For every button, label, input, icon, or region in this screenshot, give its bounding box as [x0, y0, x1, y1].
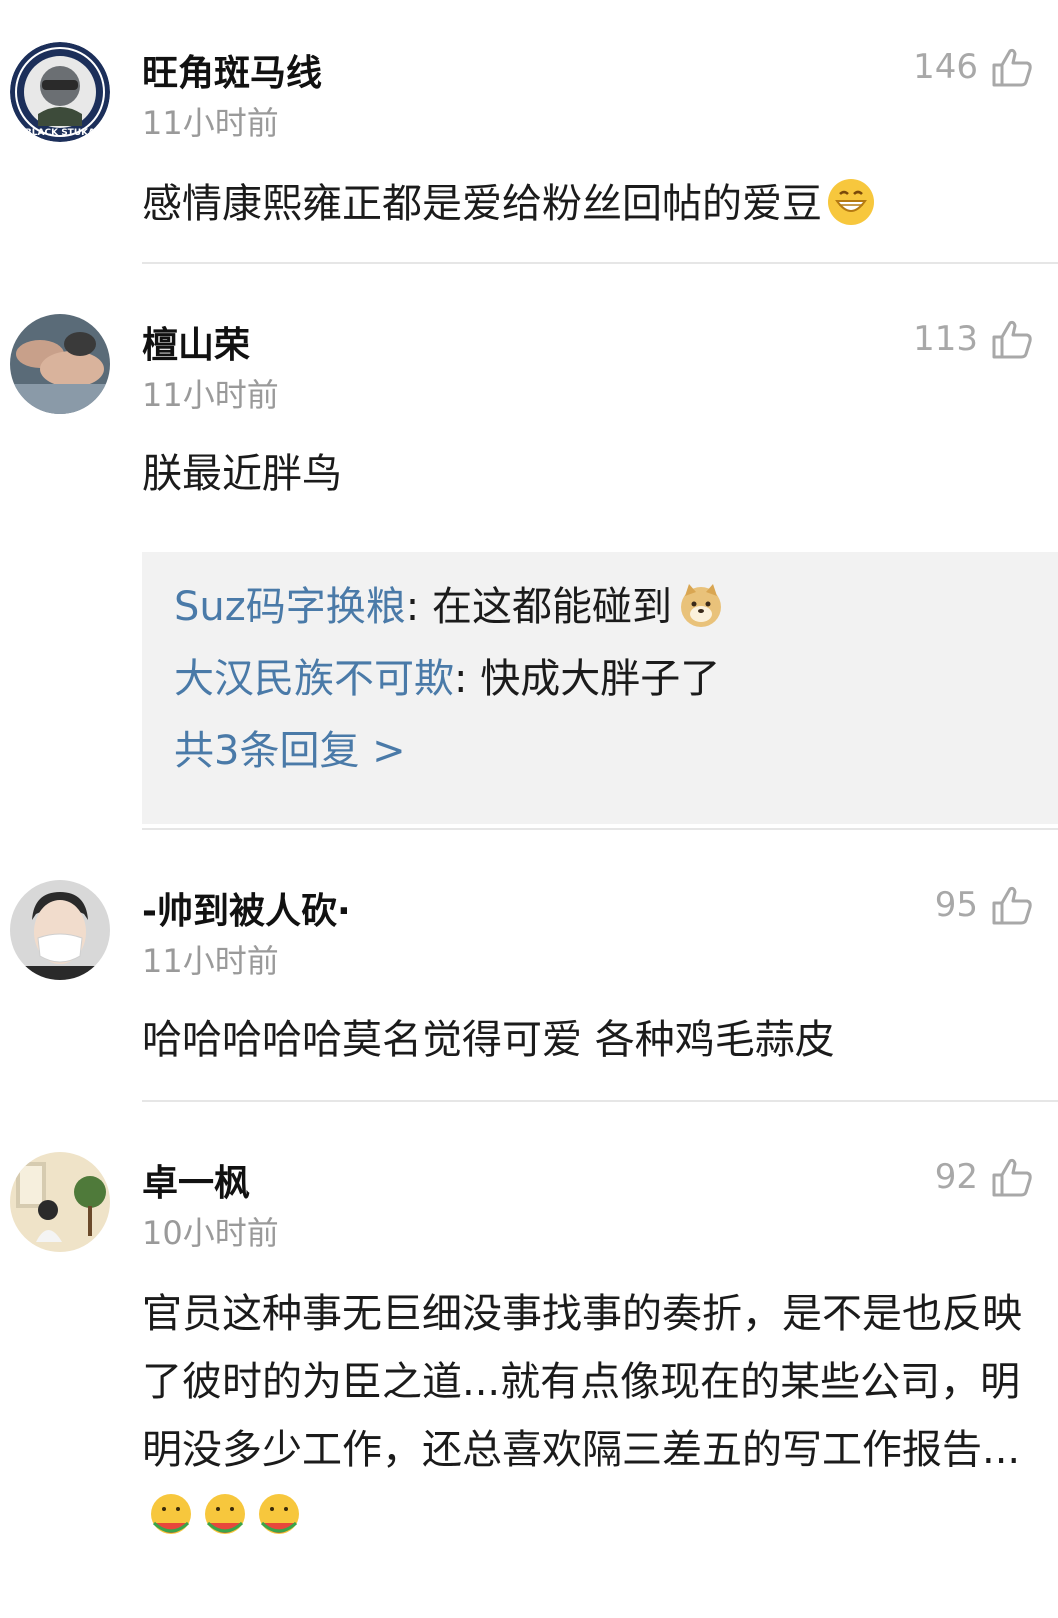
thumbs-up-icon: [990, 883, 1034, 927]
pilot-mascot-icon: BLACK STUKA: [10, 42, 110, 142]
like-count: 146: [913, 47, 978, 87]
comment-text: 感情康熙雍正都是爱给粉丝回帖的爱豆: [142, 170, 1042, 238]
username[interactable]: -帅到被人砍·: [142, 882, 351, 934]
comment-divider: [142, 1100, 1058, 1102]
avatar-badge-text: BLACK STUKA: [25, 128, 95, 138]
reply-preview-box[interactable]: Suz码字换粮: 在这都能碰到 大汉民族不可欺: 快成大胖子了 共3条回复 >: [142, 552, 1058, 824]
person-photo-icon: [10, 314, 110, 414]
reply-item[interactable]: Suz码字换粮: 在这都能碰到: [174, 574, 726, 634]
user-avatar[interactable]: [10, 1152, 110, 1252]
doge-emoji-icon: [676, 580, 726, 630]
like-button[interactable]: 146: [913, 42, 1034, 92]
user-avatar[interactable]: [10, 314, 110, 414]
user-avatar[interactable]: [10, 880, 110, 980]
timestamp: 11小时前: [142, 104, 279, 142]
timestamp: 11小时前: [142, 942, 279, 980]
comment-text: 朕最近胖鸟: [142, 451, 342, 497]
comment-text: 官员这种事无巨细没事找事的奏折，是不是也反映了彼时的为臣之道...就有点像现在的…: [142, 1280, 1042, 1552]
eating-watermelon-emoji-icon: [200, 1491, 250, 1541]
timestamp: 11小时前: [142, 376, 279, 414]
eating-watermelon-emoji-icon: [254, 1491, 304, 1541]
thumbs-up-icon: [990, 45, 1034, 89]
username[interactable]: 卓一枫: [142, 1154, 250, 1206]
like-button[interactable]: 92: [935, 1152, 1034, 1202]
thumbs-up-icon: [990, 1155, 1034, 1199]
comment-text: 哈哈哈哈哈莫名觉得可爱 各种鸡毛蒜皮: [142, 1017, 835, 1063]
comment-text-content: 官员这种事无巨细没事找事的奏折，是不是也反映了彼时的为臣之道...就有点像现在的…: [142, 1291, 1022, 1473]
view-all-replies-link[interactable]: 共3条回复 >: [174, 718, 406, 776]
reply-text: 在这都能碰到: [431, 584, 672, 630]
like-button[interactable]: 95: [935, 880, 1034, 930]
timestamp: 10小时前: [142, 1214, 279, 1252]
username[interactable]: 旺角斑马线: [142, 44, 322, 96]
comment-divider: [142, 828, 1058, 830]
eating-watermelon-emoji-icon: [146, 1491, 196, 1541]
reply-username[interactable]: 大汉民族不可欺: [174, 656, 454, 702]
reply-text: 快成大胖子了: [480, 656, 721, 702]
like-count: 113: [913, 319, 978, 359]
reply-username[interactable]: Suz码字换粮: [174, 584, 406, 630]
reply-separator: :: [405, 584, 432, 630]
grinning-face-emoji-icon: [826, 177, 876, 227]
comment-divider: [142, 262, 1058, 264]
thumbs-up-icon: [990, 317, 1034, 361]
like-count: 95: [934, 885, 978, 925]
reply-item[interactable]: 大汉民族不可欺: 快成大胖子了: [174, 646, 720, 704]
user-avatar[interactable]: BLACK STUKA: [10, 42, 110, 142]
comment-text-content: 感情康熙雍正都是爱给粉丝回帖的爱豆: [142, 181, 822, 227]
like-count: 92: [934, 1157, 978, 1197]
room-photo-icon: [10, 1152, 110, 1252]
reply-separator: :: [454, 656, 481, 702]
like-button[interactable]: 113: [913, 314, 1034, 364]
masked-person-icon: [10, 880, 110, 980]
username[interactable]: 檀山荣: [142, 316, 250, 368]
